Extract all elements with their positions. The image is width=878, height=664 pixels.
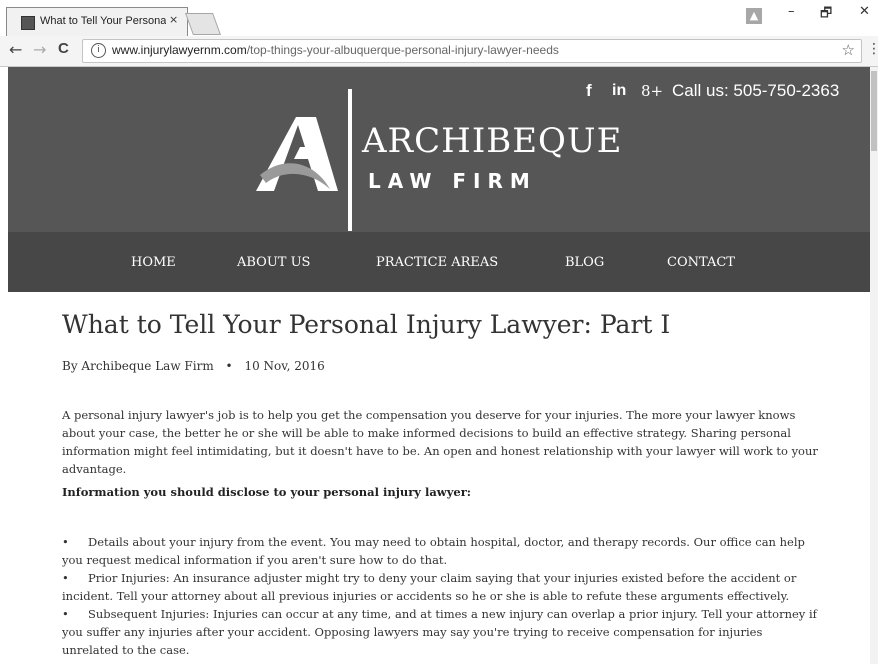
post-date: 10 Nov, 2016 (244, 359, 325, 373)
browser-toolbar: ← → C i www.injurylawyernm.com/top-thing… (0, 36, 878, 67)
nav-practice-areas[interactable]: PRACTICE AREAS (376, 255, 498, 270)
call-us-link[interactable]: Call us: 505-750-2363 (672, 81, 839, 101)
byline: By Archibeque Law Firm • 10 Nov, 2016 (62, 359, 325, 373)
main-nav: HOME ABOUT US PRACTICE AREAS BLOG CONTAC… (8, 232, 870, 292)
byline-separator: • (225, 359, 233, 373)
new-tab-button[interactable] (184, 13, 222, 35)
logo-a-icon[interactable] (254, 113, 338, 193)
intro-paragraph: A personal injury lawyer's job is to hel… (62, 408, 818, 476)
minimize-button[interactable]: – (788, 4, 795, 19)
close-window-button[interactable]: ✕ (859, 4, 870, 19)
scrollbar-thumb[interactable] (871, 71, 877, 151)
browser-menu-icon[interactable]: ⋮ (867, 41, 878, 57)
list-item-text: Details about your injury from the event… (62, 535, 805, 567)
browser-tab[interactable]: What to Tell Your Persona × (6, 7, 188, 37)
bookmark-star-icon[interactable]: ☆ (842, 41, 855, 59)
bullet-list: • Details about your injury from the even… (62, 533, 822, 659)
facebook-icon[interactable]: f (586, 81, 592, 101)
list-item-text: Prior Injuries: An insurance adjuster mi… (62, 571, 797, 603)
page-title: What to Tell Your Personal Injury Lawyer… (62, 310, 671, 339)
site-header: f in 8+ Call us: 505-750-2363 ARCHIBEQUE… (8, 67, 870, 232)
brand-name[interactable]: ARCHIBEQUE (362, 121, 622, 161)
tab-strip: What to Tell Your Persona × ▲ – 🗗 ✕ (0, 0, 878, 37)
page-scrollbar[interactable] (870, 67, 878, 664)
logo-divider (348, 89, 352, 231)
nav-home[interactable]: HOME (131, 255, 176, 270)
google-plus-icon[interactable]: 8+ (641, 82, 663, 100)
nav-contact[interactable]: CONTACT (667, 255, 735, 270)
section-heading: Information you should disclose to your … (62, 485, 471, 499)
brand-subtitle[interactable]: LAW FIRM (368, 169, 537, 193)
bullet-icon: • (62, 571, 69, 585)
restore-button[interactable]: 🗗 (820, 4, 832, 26)
author[interactable]: By Archibeque Law Firm (62, 359, 214, 373)
favicon-icon (21, 16, 35, 30)
bullet-icon: • (62, 535, 69, 549)
page-viewport: f in 8+ Call us: 505-750-2363 ARCHIBEQUE… (8, 67, 870, 664)
address-bar[interactable]: i www.injurylawyernm.com/top-things-your… (82, 39, 862, 63)
reload-button[interactable]: C (58, 40, 69, 57)
info-icon[interactable]: i (91, 43, 106, 58)
nav-blog[interactable]: BLOG (565, 255, 604, 270)
list-item: • Subsequent Injuries: Injuries can occur… (62, 605, 822, 659)
back-button[interactable]: ← (9, 40, 22, 59)
list-item: • Prior Injuries: An insurance adjuster m… (62, 569, 822, 605)
linkedin-icon[interactable]: in (612, 82, 626, 100)
url-path: /top-things-your-albuquerque-personal-in… (246, 43, 559, 57)
tab-title: What to Tell Your Persona (40, 15, 166, 27)
bullet-icon: • (62, 607, 69, 621)
profile-icon[interactable]: ▲ (746, 8, 762, 24)
forward-button[interactable]: → (33, 40, 46, 59)
list-item: • Details about your injury from the even… (62, 533, 822, 569)
nav-about-us[interactable]: ABOUT US (237, 255, 310, 270)
url-host: www.injurylawyernm.com (112, 43, 247, 57)
url-text: www.injurylawyernm.com/top-things-your-a… (112, 43, 559, 57)
tab-close-icon[interactable]: × (169, 13, 178, 26)
list-item-text: Subsequent Injuries: Injuries can occur … (62, 607, 817, 657)
